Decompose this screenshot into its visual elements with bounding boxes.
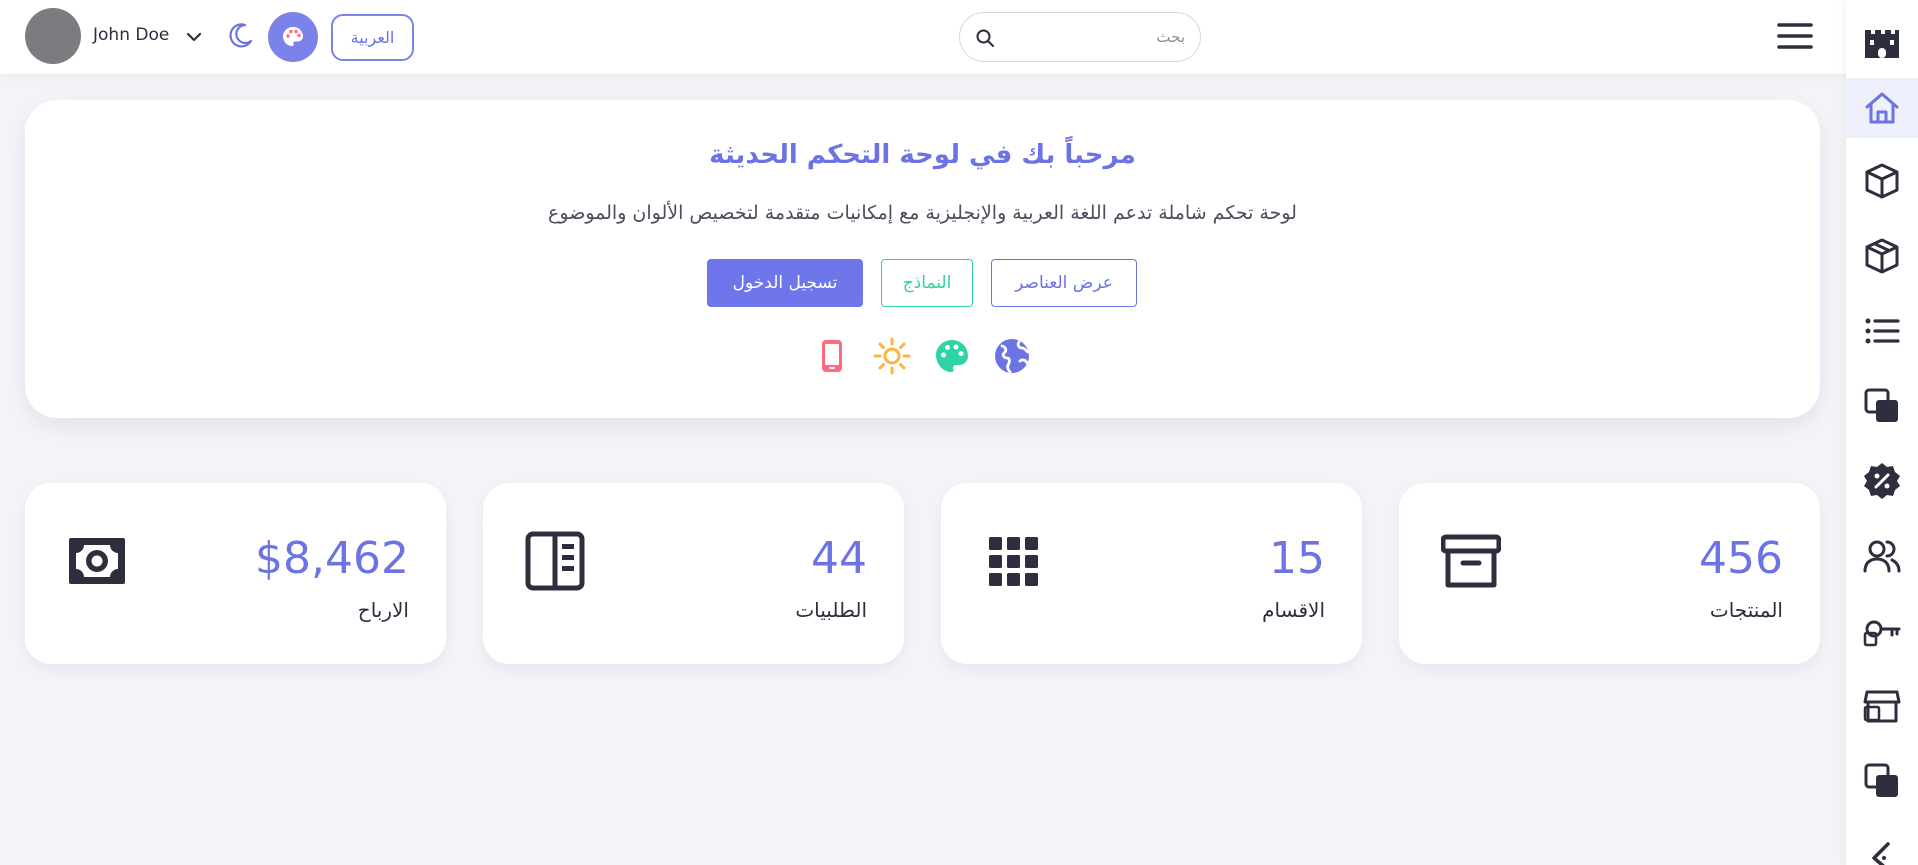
sidebar-item-store[interactable] [1846, 676, 1918, 736]
clone-icon [1864, 763, 1898, 797]
sidebar-item-packages[interactable] [1846, 226, 1918, 286]
boxes-icon [1865, 238, 1899, 274]
orders-icon [525, 531, 585, 591]
archive-icon [1441, 534, 1501, 588]
stat-label: الارباح [357, 598, 409, 622]
search-icon[interactable] [975, 28, 995, 48]
chevron-down-icon[interactable] [186, 30, 202, 44]
home-icon [1865, 92, 1899, 124]
stat-value: $8,462 [255, 533, 409, 584]
sidebar [1846, 0, 1918, 865]
grid-icon [989, 537, 1038, 586]
stat-value: 44 [811, 533, 867, 584]
avatar[interactable] [25, 8, 81, 64]
castle-logo-icon[interactable] [1862, 22, 1902, 62]
mobile-icon [822, 340, 842, 372]
sidebar-item-copies-2[interactable] [1846, 751, 1918, 811]
sidebar-item-discounts[interactable] [1846, 451, 1918, 511]
moon-icon[interactable] [225, 21, 255, 51]
stat-label: المنتجات [1709, 598, 1783, 622]
sidebar-item-products[interactable] [1846, 151, 1918, 211]
stat-card-products: 456 المنتجات [1399, 483, 1820, 664]
sidebar-item-users[interactable] [1846, 526, 1918, 586]
sidebar-item-home[interactable] [1846, 78, 1918, 138]
welcome-subtitle: لوحة تحكم شاملة تدعم اللغة العربية والإن… [548, 202, 1297, 224]
stat-label: الاقسام [1262, 598, 1325, 622]
view-elements-button[interactable]: عرض العناصر [991, 259, 1137, 307]
search-input[interactable] [1005, 21, 1185, 53]
clone-icon [1864, 388, 1898, 422]
stat-value: 15 [1269, 533, 1325, 584]
menu-toggle-icon[interactable] [1776, 20, 1814, 52]
sidebar-item-copies[interactable] [1846, 376, 1918, 436]
discount-icon [1864, 463, 1900, 499]
stat-card-categories: 15 الاقسام [941, 483, 1362, 664]
sun-icon [873, 337, 911, 375]
search-box [959, 12, 1201, 62]
stat-card-orders: 44 الطلبيات [483, 483, 904, 664]
sidebar-item-language[interactable] [1846, 826, 1918, 865]
key-icon [1863, 620, 1901, 647]
stat-card-profits: $8,462 الارباح [25, 483, 446, 664]
cube-icon [1865, 163, 1899, 199]
store-icon [1863, 690, 1901, 723]
sidebar-item-permissions[interactable] [1846, 601, 1918, 661]
money-icon [69, 538, 125, 584]
palette-icon [283, 27, 303, 46]
stat-value: 456 [1699, 533, 1783, 584]
forms-button[interactable]: النماذج [881, 259, 973, 307]
globe-icon [995, 339, 1030, 374]
welcome-title: مرحباً بك في لوحة التحكم الحديثة [709, 140, 1136, 170]
user-name[interactable]: John Doe [93, 25, 169, 45]
users-icon [1863, 540, 1901, 573]
language-button[interactable]: العربية [331, 14, 414, 61]
sidebar-item-list[interactable] [1846, 301, 1918, 361]
list-icon [1865, 318, 1900, 344]
arabic-letter-icon [1872, 842, 1890, 865]
palette-icon [936, 340, 968, 372]
theme-palette-button[interactable] [268, 12, 318, 62]
login-button[interactable]: تسجيل الدخول [707, 259, 863, 307]
stat-label: الطلبيات [795, 598, 867, 622]
top-header: John Doe العربية [0, 0, 1846, 74]
